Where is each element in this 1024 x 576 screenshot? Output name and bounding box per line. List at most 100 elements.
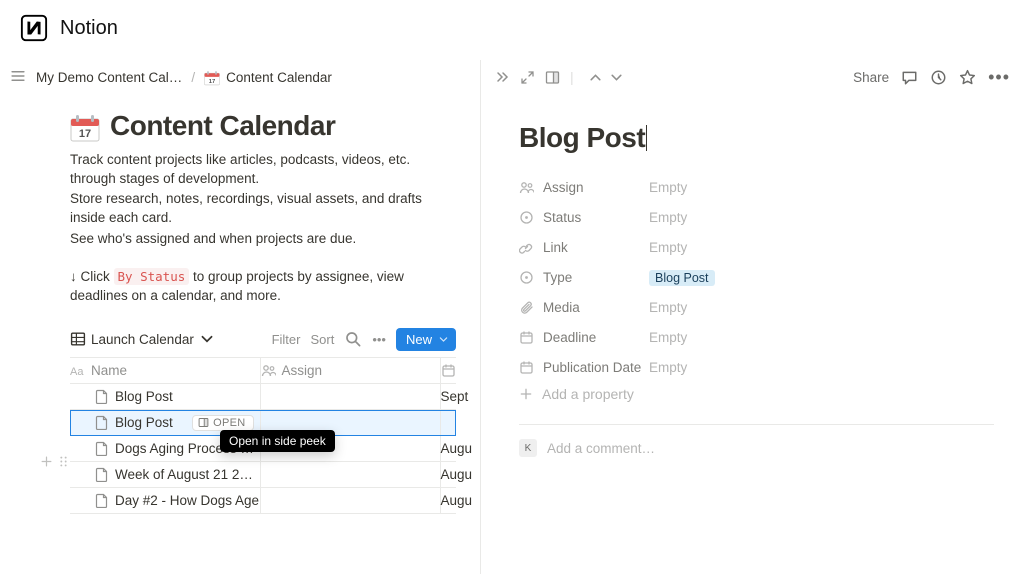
property-row[interactable]: LinkEmpty xyxy=(519,232,994,262)
row-name[interactable]: Week of August 21 2023 xyxy=(115,467,260,482)
property-value[interactable]: Empty xyxy=(649,360,687,375)
notion-logo-icon xyxy=(20,14,48,42)
new-button[interactable]: New xyxy=(396,328,456,351)
status-icon xyxy=(519,270,534,285)
favorite-icon[interactable] xyxy=(959,69,976,86)
breadcrumb: My Demo Content Cal… / Content Calendar xyxy=(0,60,480,95)
breadcrumb-parent[interactable]: My Demo Content Cal… xyxy=(36,70,182,85)
property-row[interactable]: DeadlineEmpty xyxy=(519,322,994,352)
row-name[interactable]: Blog Post xyxy=(115,415,173,430)
comment-bar[interactable]: K Add a comment… xyxy=(519,424,994,457)
prev-record-icon[interactable] xyxy=(588,70,603,85)
property-value[interactable]: Blog Post xyxy=(649,270,715,285)
cell-assign[interactable] xyxy=(260,488,440,514)
more-button[interactable]: ••• xyxy=(372,332,386,347)
more-icon[interactable]: ••• xyxy=(988,68,1010,86)
cell-due[interactable] xyxy=(440,410,456,436)
page-icon xyxy=(94,441,109,456)
cell-due[interactable]: Augu xyxy=(440,436,456,462)
db-toolbar: Launch Calendar Filter Sort ••• New xyxy=(70,328,456,358)
by-status-code: By Status xyxy=(114,268,190,285)
cell-due[interactable]: Augu xyxy=(440,462,456,488)
property-key: Assign xyxy=(519,180,649,195)
col-header-assign[interactable]: Assign xyxy=(261,360,440,381)
cal-icon xyxy=(519,330,534,345)
page-icon xyxy=(94,415,109,430)
cell-due[interactable]: Sept xyxy=(440,384,456,410)
brand-name: Notion xyxy=(60,17,118,40)
peek-title[interactable]: Blog Post xyxy=(519,122,994,154)
clip-icon xyxy=(519,300,534,315)
plus-icon xyxy=(519,387,533,401)
property-key: Publication Date xyxy=(519,360,649,375)
status-icon xyxy=(519,210,534,225)
people-icon xyxy=(261,363,276,378)
table-row[interactable]: Day #2 - How Dogs Age Augu xyxy=(70,488,456,514)
row-gutter xyxy=(40,455,70,468)
chevron-down-icon xyxy=(438,334,449,345)
page-description[interactable]: Track content projects like articles, po… xyxy=(70,151,456,248)
property-value[interactable]: Empty xyxy=(649,300,687,315)
expand-icon[interactable] xyxy=(520,70,535,85)
comment-placeholder: Add a comment… xyxy=(547,441,655,456)
property-key: Link xyxy=(519,240,649,255)
property-row[interactable]: MediaEmpty xyxy=(519,292,994,322)
comments-icon[interactable] xyxy=(901,69,918,86)
people-icon xyxy=(519,180,534,195)
page-icon xyxy=(94,467,109,482)
col-header-due[interactable] xyxy=(441,360,457,381)
next-record-icon[interactable] xyxy=(609,70,624,85)
brand-bar: Notion xyxy=(0,0,1024,60)
table-row[interactable]: Blog Post Sept xyxy=(70,384,456,410)
col-header-name[interactable]: Name xyxy=(70,360,260,381)
title-icon xyxy=(70,363,85,378)
property-row[interactable]: StatusEmpty xyxy=(519,202,994,232)
cal-icon xyxy=(519,360,534,375)
peek-toolbar: | Share ••• xyxy=(481,60,1024,94)
row-name[interactable]: Blog Post xyxy=(115,389,173,404)
view-tab[interactable]: Launch Calendar xyxy=(70,331,215,347)
cell-due[interactable]: Augu xyxy=(440,488,456,514)
row-name[interactable]: Day #2 - How Dogs Age xyxy=(115,493,259,508)
calendar-icon xyxy=(204,70,220,86)
page-icon xyxy=(94,493,109,508)
property-key: Media xyxy=(519,300,649,315)
calendar-icon xyxy=(441,363,456,378)
property-key: Status xyxy=(519,210,649,225)
cell-assign[interactable] xyxy=(260,384,440,410)
table-row[interactable]: Week of August 21 2023 Augu xyxy=(70,462,456,488)
property-row[interactable]: Publication DateEmpty xyxy=(519,352,994,382)
page-hint[interactable]: ↓ Click By Status to group projects by a… xyxy=(70,268,456,306)
filter-button[interactable]: Filter xyxy=(272,332,301,347)
page-icon[interactable] xyxy=(70,113,100,143)
drag-handle-icon[interactable] xyxy=(57,455,70,468)
cell-assign[interactable] xyxy=(260,462,440,488)
add-property-button[interactable]: Add a property xyxy=(519,386,994,402)
chevron-down-icon xyxy=(199,331,215,347)
sort-button[interactable]: Sort xyxy=(310,332,334,347)
property-key: Type xyxy=(519,270,649,285)
page-title[interactable]: Content Calendar xyxy=(110,110,335,142)
link-icon xyxy=(519,240,534,255)
property-key: Deadline xyxy=(519,330,649,345)
updates-icon[interactable] xyxy=(930,69,947,86)
property-list: AssignEmptyStatusEmptyLinkEmptyTypeBlog … xyxy=(519,172,994,382)
sidebar-toggle-icon[interactable] xyxy=(6,66,30,89)
tooltip-open-side-peek: Open in side peek xyxy=(220,430,335,452)
search-icon[interactable] xyxy=(344,330,362,348)
property-value[interactable]: Empty xyxy=(649,180,687,195)
share-button[interactable]: Share xyxy=(853,70,889,85)
property-row[interactable]: AssignEmpty xyxy=(519,172,994,202)
side-peek: | Share ••• Blog Post AssignEmptyStatusE… xyxy=(480,60,1024,574)
peek-mode-icon[interactable] xyxy=(545,70,560,85)
close-peek-icon[interactable] xyxy=(495,70,510,85)
property-value[interactable]: Empty xyxy=(649,330,687,345)
property-value[interactable]: Empty xyxy=(649,240,687,255)
property-row[interactable]: TypeBlog Post xyxy=(519,262,994,292)
property-value[interactable]: Empty xyxy=(649,210,687,225)
breadcrumb-sep: / xyxy=(188,70,198,85)
page-icon xyxy=(94,389,109,404)
breadcrumb-current[interactable]: Content Calendar xyxy=(226,70,332,85)
open-button[interactable]: OPEN xyxy=(192,415,253,431)
add-row-icon[interactable] xyxy=(40,455,53,468)
